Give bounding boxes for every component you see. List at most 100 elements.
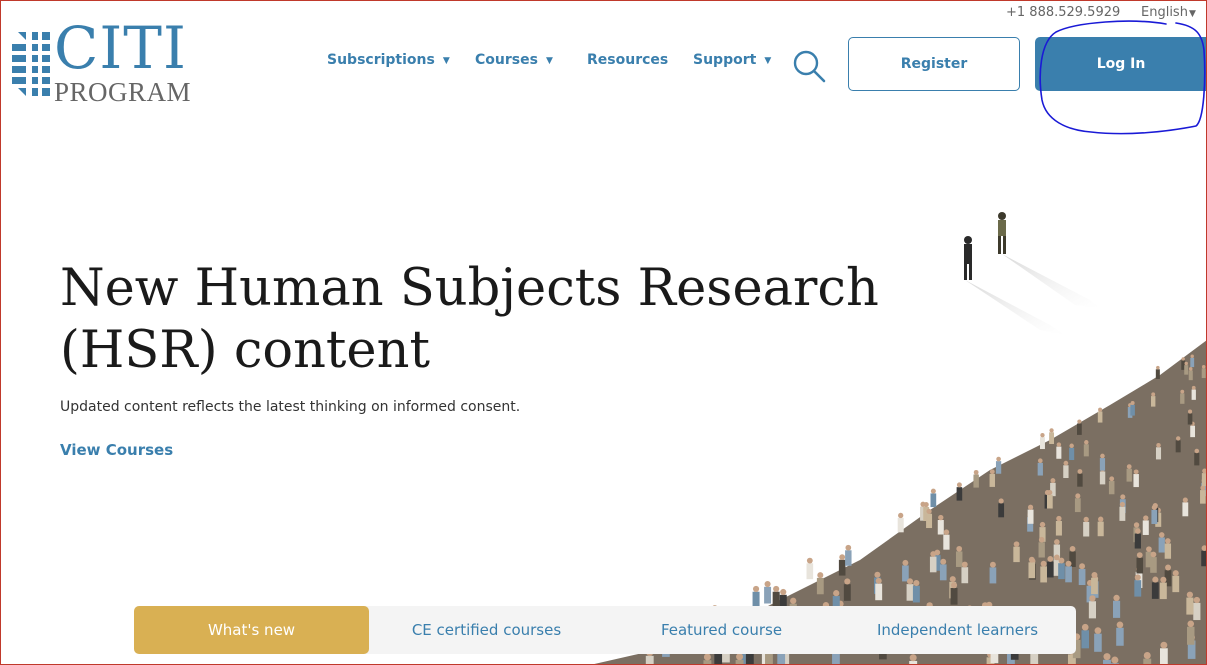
crowd-person-head bbox=[1201, 478, 1207, 484]
nav-subscriptions[interactable]: Subscriptions ▼ bbox=[327, 52, 450, 68]
crowd-person bbox=[1083, 521, 1090, 537]
crowd-person bbox=[1067, 654, 1076, 665]
crowd-person-head bbox=[1077, 419, 1082, 424]
crowd-person-head bbox=[1186, 591, 1194, 598]
crowd-person-head bbox=[1044, 490, 1050, 496]
crowd-person bbox=[1201, 482, 1207, 497]
crowd-person-head bbox=[764, 580, 771, 588]
crowd-person bbox=[950, 587, 958, 605]
crowd-person-head bbox=[943, 529, 950, 535]
crowd-person-head bbox=[1063, 460, 1069, 466]
crowd-person-head bbox=[736, 653, 744, 661]
crowd-person-head bbox=[1128, 403, 1133, 408]
crowd-person-head bbox=[1190, 354, 1194, 358]
crowd-person-head bbox=[1079, 563, 1086, 570]
crowd-person bbox=[1180, 393, 1185, 404]
citi-program-logo[interactable]: CITI PROGRAM bbox=[12, 18, 192, 107]
tab-ce-certified-courses[interactable]: CE certified courses bbox=[369, 606, 604, 654]
nav-support[interactable]: Support ▼ bbox=[693, 52, 771, 68]
login-button[interactable]: Log In bbox=[1035, 37, 1207, 91]
crowd-person bbox=[1086, 585, 1094, 603]
crowd-person bbox=[1136, 557, 1144, 574]
crowd-person-head bbox=[806, 557, 813, 564]
crowd-person bbox=[995, 461, 1002, 474]
crowd-person-head bbox=[1065, 560, 1072, 567]
crowd-person-head bbox=[780, 588, 787, 596]
crowd-person-head bbox=[1053, 554, 1060, 561]
crowd-person bbox=[1119, 499, 1126, 514]
crowd-person-head bbox=[1182, 497, 1188, 503]
crowd-person-head bbox=[1075, 493, 1081, 499]
crowd-person-head bbox=[1119, 501, 1125, 508]
nav-courses[interactable]: Courses ▼ bbox=[475, 52, 553, 68]
crowd-person bbox=[1074, 498, 1081, 513]
crowd-person-head bbox=[1126, 464, 1132, 469]
crowd-person bbox=[929, 556, 937, 573]
crowd-person bbox=[1097, 411, 1103, 423]
crowd-person bbox=[1201, 473, 1207, 487]
tab-whats-new[interactable]: What's new bbox=[134, 606, 369, 654]
crowd-person bbox=[1151, 509, 1158, 524]
crowd-person bbox=[1077, 423, 1082, 435]
nav-courses-label: Courses bbox=[475, 52, 538, 68]
crowd-person-head bbox=[1152, 576, 1159, 583]
register-button[interactable]: Register bbox=[848, 37, 1020, 91]
crowd-person-head bbox=[950, 582, 958, 589]
crowd-person bbox=[1135, 571, 1143, 589]
crowd-person-head bbox=[923, 501, 929, 508]
crowd-person bbox=[764, 586, 772, 604]
tab-featured-course[interactable]: Featured course bbox=[604, 606, 839, 654]
crowd-person bbox=[1083, 444, 1089, 457]
crowd-person-head bbox=[1158, 532, 1165, 538]
crowd-person bbox=[1200, 490, 1206, 504]
crowd-person bbox=[645, 655, 654, 665]
language-selector[interactable]: English▼ bbox=[1141, 5, 1196, 20]
crowd-person-head bbox=[920, 501, 926, 507]
search-icon[interactable] bbox=[792, 49, 826, 83]
hero-title-line2: (HSR) content bbox=[60, 321, 430, 380]
phone-number[interactable]: +1 888.529.5929 bbox=[1006, 5, 1120, 20]
crowd-person-head bbox=[1188, 367, 1193, 371]
crowd-person-head bbox=[1160, 641, 1168, 649]
crowd-person bbox=[920, 506, 926, 521]
crowd-person-head bbox=[1165, 538, 1171, 544]
crowd-person-head bbox=[913, 579, 920, 587]
crowd-person bbox=[923, 506, 930, 522]
crowd-person bbox=[998, 503, 1005, 518]
crowd-person bbox=[1134, 533, 1141, 549]
crowd-person bbox=[949, 581, 957, 599]
view-courses-link[interactable]: View Courses bbox=[60, 441, 173, 459]
crowd-person bbox=[1188, 370, 1193, 381]
tab-independent-learners[interactable]: Independent learners bbox=[839, 606, 1076, 654]
crowd-person bbox=[816, 577, 824, 595]
crowd-person-head bbox=[902, 559, 909, 566]
nav-subscriptions-label: Subscriptions bbox=[327, 52, 435, 68]
crowd-person bbox=[1130, 404, 1135, 416]
crowd-person-head bbox=[1134, 574, 1141, 581]
nav-resources[interactable]: Resources bbox=[587, 52, 668, 68]
crowd-person-head bbox=[1136, 552, 1143, 558]
crowd-person bbox=[1151, 396, 1156, 407]
crowd-person bbox=[1164, 543, 1172, 559]
crowd-person-head bbox=[1201, 365, 1206, 369]
crowd-person-head bbox=[949, 576, 956, 583]
crowd-person bbox=[1030, 652, 1039, 665]
crowd-person-head bbox=[1027, 512, 1033, 518]
crowd-person bbox=[1158, 537, 1165, 553]
crowd-person-head bbox=[1180, 389, 1185, 394]
crowd-person bbox=[1134, 580, 1142, 597]
crowd-person bbox=[1040, 566, 1047, 583]
crowd-person-head bbox=[1086, 579, 1094, 587]
crowd-person-head bbox=[1027, 504, 1034, 510]
crowd-person-head bbox=[926, 508, 932, 514]
crowd-person-head bbox=[1069, 443, 1074, 449]
crowd-person-head bbox=[1028, 556, 1035, 563]
crowd-person-head bbox=[1152, 503, 1158, 509]
crowd-person-head bbox=[1165, 564, 1172, 571]
crowd-person-head bbox=[1200, 485, 1206, 491]
crowd-person-head bbox=[1100, 466, 1105, 472]
crowd-person-head bbox=[1116, 621, 1124, 629]
crowd-person-head bbox=[1133, 522, 1140, 528]
crowd-person-head bbox=[1156, 442, 1161, 448]
crowd-person-head bbox=[1103, 653, 1111, 661]
